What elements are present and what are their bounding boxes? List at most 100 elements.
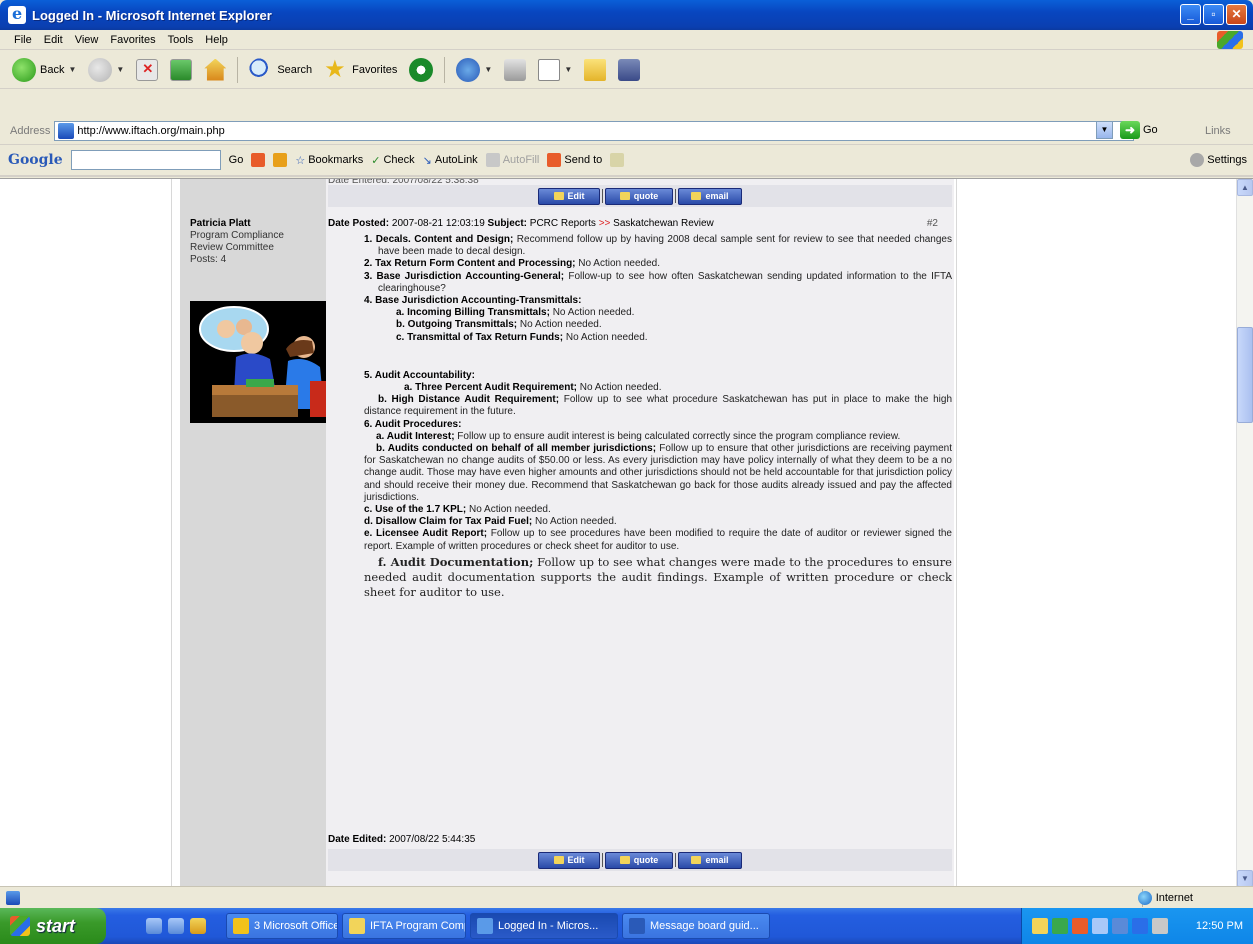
task-word[interactable]: Message board guid... (622, 913, 770, 939)
taskbar: start 3 Microsoft Office ... IFTA Progra… (0, 908, 1253, 944)
favorites-button[interactable]: ★ Favorites (320, 55, 401, 85)
window-title: Logged In - Microsoft Internet Explorer (32, 7, 272, 23)
highlighter-icon[interactable] (610, 153, 625, 167)
search-button[interactable]: Search (245, 55, 316, 85)
history-dropdown-icon[interactable]: ▼ (484, 65, 492, 74)
ie-quicklaunch-icon[interactable] (168, 918, 184, 934)
menu-help[interactable]: Help (199, 34, 234, 46)
author-post-count: Posts: 4 (190, 254, 227, 265)
messenger-button[interactable] (614, 55, 644, 85)
back-dropdown-icon[interactable]: ▼ (68, 65, 76, 74)
google-logo[interactable]: Google (8, 152, 63, 168)
email-post-button[interactable]: email (678, 187, 742, 205)
post-item-4c: c. Transmittal of Tax Return Funds; No A… (396, 331, 648, 343)
email-label: email (705, 855, 729, 865)
tray-icon-2[interactable] (1052, 918, 1068, 934)
autofill-button[interactable]: AutoFill (485, 153, 539, 167)
history-button[interactable]: ▼ (452, 55, 496, 85)
edit-button[interactable]: ▼ (534, 55, 576, 85)
minimize-button[interactable]: _ (1180, 4, 1201, 25)
forward-button[interactable]: ▼ (84, 55, 128, 85)
quick-launch (146, 918, 206, 934)
left-margin (0, 179, 171, 886)
forward-dropdown-icon[interactable]: ▼ (116, 65, 124, 74)
menu-edit[interactable]: Edit (38, 34, 69, 46)
folder-icon (349, 918, 365, 934)
media-button[interactable] (405, 55, 437, 85)
start-button[interactable]: start (0, 908, 106, 944)
refresh-button[interactable] (166, 55, 196, 85)
tray-icon-5[interactable] (1112, 918, 1128, 934)
spellcheck-icon: ✓ (371, 154, 381, 167)
post-number[interactable]: #2 (927, 218, 938, 229)
task-office-label: 3 Microsoft Office ... (254, 920, 338, 932)
back-button[interactable]: Back ▼ (8, 55, 80, 85)
google-go-button[interactable]: Go (229, 154, 244, 166)
author-info: Patricia Platt Program Compliance Review… (190, 218, 284, 266)
ie-icon (8, 4, 26, 24)
topic-link[interactable]: Saskatchewan Review (613, 218, 714, 229)
security-zone: Internet (1137, 891, 1193, 905)
favorites-label: Favorites (352, 63, 398, 76)
forum-post-container: Patricia Platt Program Compliance Review… (171, 179, 957, 886)
tray-icon-6[interactable] (1132, 918, 1148, 934)
menu-file[interactable]: File (8, 34, 38, 46)
back-label: Back (40, 63, 65, 76)
close-button[interactable]: ✕ (1226, 4, 1247, 25)
menu-tools[interactable]: Tools (162, 34, 200, 46)
task-folder[interactable]: IFTA Program Comp... (342, 913, 466, 939)
menu-favorites[interactable]: Favorites (104, 34, 161, 46)
status-page-icon (6, 890, 20, 905)
folder-button[interactable] (580, 55, 610, 85)
window-title-bar[interactable]: Logged In - Microsoft Internet Explorer … (0, 0, 1253, 30)
scrollbar-thumb[interactable] (1237, 327, 1253, 423)
date-edited: Date Edited: 2007/08/22 5:44:35 (328, 834, 475, 845)
tray-icon-1[interactable] (1032, 918, 1048, 934)
menu-view[interactable]: View (69, 34, 105, 46)
settings-button[interactable]: Settings (1190, 153, 1247, 167)
scroll-up-arrow-icon[interactable]: ▲ (1237, 179, 1253, 196)
tray-icon-3[interactable] (1072, 918, 1088, 934)
forward-arrow-icon (88, 57, 113, 82)
post-item-4: 4. Base Jurisdiction Accounting-Transmit… (364, 295, 582, 307)
settings-icon (1190, 153, 1205, 167)
email-post-button-bottom[interactable]: email (678, 851, 742, 869)
go-button[interactable]: ➜ Go (1120, 121, 1158, 139)
back-arrow-icon (12, 57, 36, 82)
stop-button[interactable] (132, 55, 162, 85)
links-button[interactable]: Links (1205, 125, 1231, 137)
clock[interactable]: 12:50 PM (1196, 920, 1243, 932)
show-desktop-icon[interactable] (146, 918, 162, 934)
outlook-quicklaunch-icon[interactable] (190, 918, 206, 934)
quote-post-button-bottom[interactable]: quote (605, 851, 673, 869)
address-dropdown-icon[interactable]: ▼ (1096, 121, 1113, 139)
quote-post-button[interactable]: quote (605, 187, 673, 205)
standard-toolbar: Back ▼ ▼ Search ★ Favorites ▼ ▼ (0, 51, 1253, 89)
home-button[interactable] (200, 55, 230, 85)
post-item-6: 6. Audit Procedures: (364, 418, 462, 430)
vertical-scrollbar[interactable]: ▲ ▼ (1236, 179, 1253, 886)
send-to-button[interactable]: Send to (547, 153, 602, 167)
address-input[interactable]: http://www.iftach.org/main.php (54, 120, 1135, 141)
author-name[interactable]: Patricia Platt (190, 218, 284, 230)
popup-blocker-icon[interactable] (273, 153, 288, 167)
tray-icon-4[interactable] (1092, 918, 1108, 934)
edit-post-button-bottom[interactable]: Edit (538, 851, 600, 869)
forum-link[interactable]: PCRC Reports (530, 218, 596, 229)
bookmarks-button[interactable]: ☆ Bookmarks (295, 154, 363, 167)
maximize-button[interactable]: ▫ (1203, 4, 1224, 25)
volume-icon[interactable] (1152, 918, 1168, 934)
scroll-down-arrow-icon[interactable]: ▼ (1237, 870, 1253, 886)
edit-post-button[interactable]: Edit (538, 187, 600, 205)
stop-icon (136, 58, 159, 81)
task-ie[interactable]: Logged In - Micros... (470, 913, 618, 939)
edit-dropdown-icon[interactable]: ▼ (564, 65, 572, 74)
autolink-button[interactable]: ↘ AutoLink (423, 154, 478, 167)
post-item-4a: a. Incoming Billing Transmittals; No Act… (396, 307, 635, 319)
google-search-input[interactable] (70, 150, 221, 170)
task-office[interactable]: 3 Microsoft Office ... (226, 913, 338, 939)
print-button[interactable] (500, 55, 530, 85)
check-button[interactable]: ✓ Check (371, 154, 414, 167)
post-item-6d: d. Disallow Claim for Tax Paid Fuel; No … (364, 516, 617, 528)
task-word-label: Message board guid... (650, 920, 759, 932)
